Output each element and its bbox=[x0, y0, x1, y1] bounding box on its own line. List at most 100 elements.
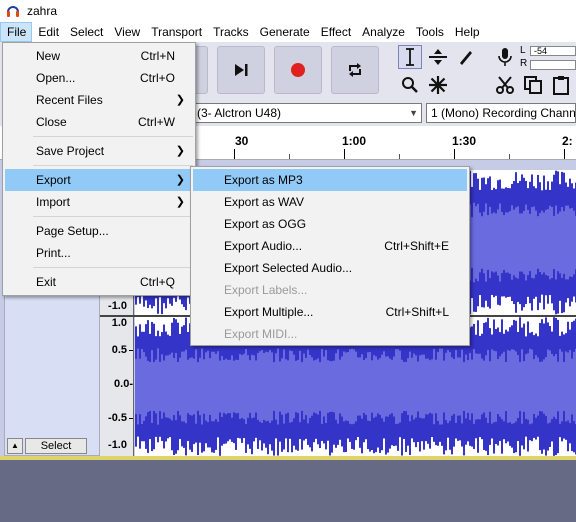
menu-item-label: Export Audio... bbox=[224, 239, 303, 253]
menu-item-label: Recent Files bbox=[36, 93, 103, 107]
cut-icon[interactable] bbox=[493, 73, 517, 97]
recording-channels-select[interactable]: 1 (Mono) Recording Channe bbox=[426, 103, 576, 123]
chevron-right-icon: ❯ bbox=[175, 196, 185, 208]
track-select-label: Select bbox=[40, 440, 72, 452]
menu-bar: File Edit Select View Transport Tracks G… bbox=[0, 22, 576, 42]
copy-icon[interactable] bbox=[521, 73, 545, 97]
menu-item-shortcut: Ctrl+Q bbox=[139, 275, 175, 289]
menu-tools[interactable]: Tools bbox=[410, 22, 449, 42]
menu-select[interactable]: Select bbox=[64, 22, 108, 42]
file-menu: New Ctrl+N Open... Ctrl+O Recent Files ❯… bbox=[2, 42, 196, 296]
menu-item-new[interactable]: New Ctrl+N bbox=[5, 45, 193, 67]
menu-item-recent-files[interactable]: Recent Files ❯ bbox=[5, 89, 193, 111]
menu-item-label: Export bbox=[36, 173, 71, 187]
record-icon bbox=[291, 63, 305, 77]
menu-item-label: Page Setup... bbox=[36, 224, 109, 238]
menu-tracks[interactable]: Tracks bbox=[207, 22, 254, 42]
menu-item-export-multiple[interactable]: Export Multiple... Ctrl+Shift+L bbox=[193, 301, 467, 323]
recording-meter[interactable]: -54 bbox=[530, 46, 576, 56]
scale-label: 0.5 bbox=[111, 344, 127, 356]
zoom-tool-icon[interactable] bbox=[398, 73, 422, 97]
menu-item-export-selected-audio[interactable]: Export Selected Audio... bbox=[193, 257, 467, 279]
loop-button[interactable] bbox=[331, 46, 379, 94]
loop-icon bbox=[349, 63, 361, 77]
ruler-tick bbox=[344, 149, 345, 159]
menu-separator bbox=[33, 267, 193, 268]
skip-end-icon bbox=[235, 64, 248, 76]
menu-item-save-project[interactable]: Save Project ❯ bbox=[5, 140, 193, 162]
menu-item-label: Export MIDI... bbox=[224, 327, 298, 341]
scale-tick bbox=[129, 350, 133, 351]
menu-separator bbox=[33, 136, 193, 137]
recording-channels-value: 1 (Mono) Recording Channe bbox=[431, 106, 576, 120]
menu-help[interactable]: Help bbox=[449, 22, 485, 42]
menu-item-label: Exit bbox=[36, 275, 57, 289]
export-submenu: Export as MP3 Export as WAV Export as OG… bbox=[190, 166, 470, 346]
window-title: zahra bbox=[27, 4, 58, 18]
meter-right-label: R bbox=[520, 58, 528, 69]
menu-effect[interactable]: Effect bbox=[315, 22, 356, 42]
ruler-label: 2: bbox=[562, 134, 573, 148]
recording-meter-right[interactable] bbox=[530, 60, 576, 70]
menu-view[interactable]: View bbox=[108, 22, 145, 42]
scale-label: 1.0 bbox=[111, 317, 127, 329]
menu-item-export[interactable]: Export ❯ bbox=[5, 169, 193, 191]
recording-device-select[interactable]: (3- Alctron U48) ▼ bbox=[192, 103, 422, 123]
title-bar: zahra bbox=[0, 0, 576, 22]
skip-to-end-button[interactable] bbox=[217, 46, 265, 94]
menu-item-print[interactable]: Print... bbox=[5, 242, 193, 264]
ruler-label: 1:00 bbox=[342, 134, 367, 148]
menu-item-shortcut: Ctrl+N bbox=[140, 49, 175, 63]
menu-item-label: Export as OGG bbox=[224, 217, 307, 231]
paste-icon[interactable] bbox=[549, 73, 573, 97]
menu-item-shortcut: Ctrl+Shift+L bbox=[385, 305, 449, 319]
ruler-minor-tick bbox=[289, 154, 290, 159]
menu-separator bbox=[33, 216, 193, 217]
selection-tool-icon[interactable] bbox=[398, 45, 422, 69]
menu-item-label: Export Multiple... bbox=[224, 305, 314, 319]
menu-analyze[interactable]: Analyze bbox=[356, 22, 410, 42]
menu-item-export-mp3[interactable]: Export as MP3 bbox=[193, 169, 467, 191]
menu-item-label: Export Labels... bbox=[224, 283, 308, 297]
menu-item-page-setup[interactable]: Page Setup... bbox=[5, 220, 193, 242]
menu-item-open[interactable]: Open... Ctrl+O bbox=[5, 67, 193, 89]
menu-generate[interactable]: Generate bbox=[254, 22, 315, 42]
menu-item-exit[interactable]: Exit Ctrl+Q bbox=[5, 271, 193, 293]
menu-item-label: Print... bbox=[36, 246, 71, 260]
menu-item-export-audio[interactable]: Export Audio... Ctrl+Shift+E bbox=[193, 235, 467, 257]
menu-item-shortcut: Ctrl+Shift+E bbox=[384, 239, 449, 253]
menu-item-export-ogg[interactable]: Export as OGG bbox=[193, 213, 467, 235]
menu-item-label: Export as WAV bbox=[224, 195, 305, 209]
ruler-label: 1:30 bbox=[452, 134, 477, 148]
ruler-tick bbox=[454, 149, 455, 159]
menu-item-import[interactable]: Import ❯ bbox=[5, 191, 193, 213]
ruler-tick bbox=[234, 149, 235, 159]
collapse-track-button[interactable]: ▲ bbox=[7, 438, 23, 454]
menu-transport[interactable]: Transport bbox=[145, 22, 207, 42]
ruler-minor-tick bbox=[399, 154, 400, 159]
microphone-icon[interactable] bbox=[493, 45, 517, 69]
menu-item-shortcut: Ctrl+W bbox=[138, 115, 175, 129]
scale-label: -0.5 bbox=[108, 412, 127, 424]
envelope-tool-icon[interactable] bbox=[426, 45, 450, 69]
menu-edit[interactable]: Edit bbox=[32, 22, 64, 42]
multi-tool-icon[interactable] bbox=[426, 73, 450, 97]
chevron-down-icon: ▼ bbox=[409, 108, 418, 118]
menu-item-export-labels: Export Labels... bbox=[193, 279, 467, 301]
menu-item-export-wav[interactable]: Export as WAV bbox=[193, 191, 467, 213]
scale-label: -1.0 bbox=[108, 439, 127, 451]
menu-item-label: Close bbox=[36, 115, 67, 129]
menu-item-close[interactable]: Close Ctrl+W bbox=[5, 111, 193, 133]
draw-tool-icon[interactable] bbox=[454, 45, 478, 69]
record-button[interactable] bbox=[274, 46, 322, 94]
menu-item-label: Import bbox=[36, 195, 71, 209]
meter-scale-value: -54 bbox=[534, 46, 548, 56]
menu-item-label: Export as MP3 bbox=[224, 173, 303, 187]
meter-lr-labels: L R bbox=[520, 44, 527, 70]
menu-file[interactable]: File bbox=[0, 22, 33, 42]
track-select-button[interactable]: Select bbox=[25, 438, 87, 454]
ruler-label: 30 bbox=[235, 134, 249, 148]
scale-label: 0.0- bbox=[114, 378, 133, 390]
recording-device-value: (3- Alctron U48) bbox=[197, 106, 282, 120]
menu-item-label: Save Project bbox=[36, 144, 105, 158]
